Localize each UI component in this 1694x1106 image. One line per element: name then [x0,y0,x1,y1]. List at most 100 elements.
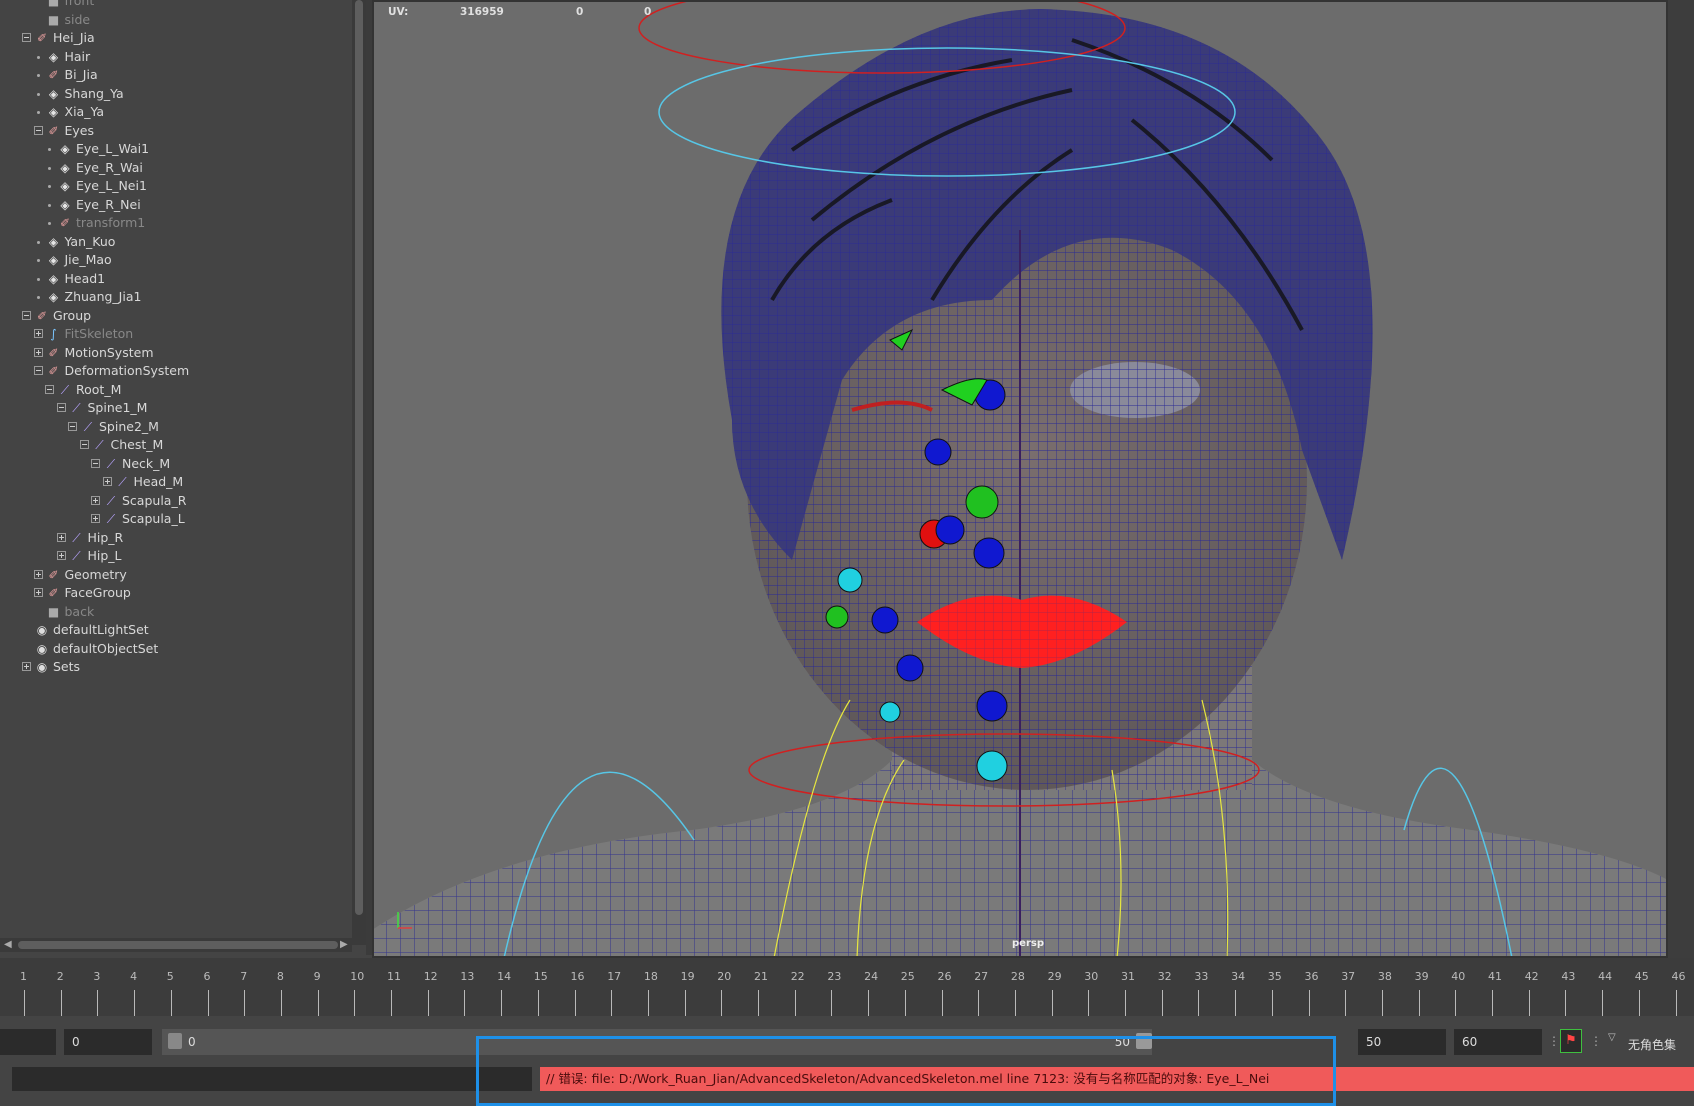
scroll-right-icon[interactable]: ▶ [340,939,348,950]
playback-end-field[interactable]: 50 [1358,1029,1446,1055]
outliner-item[interactable]: ◉ defaultObjectSet [0,639,350,659]
frame-tick [207,990,209,1016]
frame-number: 36 [1304,970,1319,983]
outliner-item[interactable]: ⟋ Head_M [0,472,350,492]
expand-icon[interactable] [33,569,43,579]
outliner-item[interactable]: ∫ FitSkeleton [0,324,350,344]
expand-icon[interactable] [91,514,100,523]
frame-tick [904,990,906,1016]
expand-icon[interactable] [33,329,43,338]
collapse-icon[interactable] [33,366,43,375]
outliner-item[interactable]: ✐ Group [0,306,350,326]
frame-tick [1271,990,1273,1016]
frame-number: 17 [607,970,622,983]
frame-number: 16 [570,970,585,983]
scrollbar-thumb[interactable] [355,0,363,915]
collapse-icon[interactable] [79,440,89,449]
frame-tick [427,990,429,1016]
outliner-item[interactable]: ✐ Geometry [0,565,350,585]
scroll-left-icon[interactable]: ◀ [4,939,12,950]
expand-icon[interactable] [33,347,43,357]
expand-icon[interactable] [22,662,31,671]
expand-icon[interactable] [33,588,43,597]
playback-start-field[interactable]: 0 [64,1029,152,1055]
joint-icon: ⟋ [106,512,116,526]
frame-number: 4 [130,970,138,983]
expand-icon[interactable] [56,551,66,560]
hud-uv-label: UV: [388,6,409,18]
character-set-menu[interactable]: 无角色集 [1628,1036,1676,1053]
outliner-item[interactable]: ◈ Eye_R_Nei [0,195,350,215]
collapse-icon[interactable] [68,421,77,431]
outliner-item[interactable]: ✐ DeformationSystem [0,361,350,381]
outliner-item[interactable]: ■ back [0,602,350,622]
animation-end-field[interactable]: 60 [1454,1029,1542,1055]
frame-number: 18 [643,970,658,983]
time-slider[interactable]: 1 2 3 4 5 6 7 8 9 10 11 12 13 14 15 16 17 18 19 20 21 22 23 24 2… [0,958,1694,1016]
mel-command-input[interactable] [12,1067,532,1091]
frame-tick [611,990,613,1016]
outliner-item[interactable]: ⟋ Scapula_R [0,491,350,511]
frame-number: 41 [1488,970,1502,983]
viewport-persp[interactable]: UV: 316959 0 0 persp [372,0,1668,958]
outliner-vertical-scrollbar[interactable] [352,0,366,945]
outliner-item-label: defaultObjectSet [53,640,159,656]
outliner-item[interactable]: ⟋ Neck_M [0,454,350,474]
outliner-item[interactable]: ⟋ Chest_M [0,435,350,455]
collapse-icon[interactable] [45,384,54,394]
collapse-icon[interactable] [33,125,43,135]
outliner-item[interactable]: ◈ Eye_L_Wai1 [0,139,350,159]
tree-connector [48,166,51,170]
outliner-item[interactable]: ✐ transform1 [0,213,350,233]
frame-number: 26 [937,970,952,983]
frame-number: 13 [460,970,475,983]
mesh-icon: ◈ [48,271,59,286]
outliner-item[interactable]: ✐ MotionSystem [0,343,350,363]
chevron-down-icon[interactable]: ▽ [1608,1032,1616,1043]
outliner-item[interactable]: ◈ Jie_Mao [0,250,350,270]
collapse-icon[interactable] [56,403,66,412]
outliner-item[interactable]: ⟋ Root_M [0,380,350,400]
outliner-item[interactable]: ⟋ Spine1_M [0,398,350,418]
outliner-item[interactable]: ◈ Zhuang_Jia1 [0,287,350,307]
auto-key-icon[interactable]: ⚑ [1560,1029,1582,1053]
outliner-item[interactable]: ◉ defaultLightSet [0,620,350,640]
expand-icon[interactable] [91,495,100,505]
expand-icon[interactable] [102,477,112,486]
outliner-item[interactable]: ◈ Xia_Ya [0,102,350,122]
collapse-icon[interactable] [22,310,31,320]
outliner-item[interactable]: ✐ Eyes [0,121,350,141]
frame-tick [1528,990,1530,1016]
frame-tick [1638,990,1640,1016]
outliner-item[interactable]: ✐ FaceGroup [0,583,350,603]
outliner-horizontal-scrollbar[interactable]: ◀ ▶ [0,938,352,952]
range-start-handle[interactable] [168,1033,182,1049]
start-time-field[interactable] [0,1029,56,1055]
step-handle-icon[interactable]: ⋮ [1590,1034,1602,1048]
frame-number: 40 [1451,970,1466,983]
outliner-item[interactable]: ◈ Head1 [0,269,350,289]
frame-number: 28 [1010,970,1025,983]
outliner-item[interactable]: ■ side [0,10,350,30]
outliner-item[interactable]: ⟋ Spine2_M [0,417,350,437]
scrollbar-thumb[interactable] [18,941,338,949]
mesh-icon: ◈ [48,234,59,249]
frame-number: 44 [1598,970,1613,983]
collapse-icon[interactable] [91,458,100,468]
outliner-item[interactable]: ✐ Bi_Jia [0,65,350,85]
outliner-item[interactable]: ◈ Shang_Ya [0,84,350,104]
outliner-item[interactable]: ◈ Yan_Kuo [0,232,350,252]
collapse-icon[interactable] [22,33,31,42]
step-handle-icon[interactable]: ⋮ [1548,1034,1560,1048]
outliner-item[interactable]: ⟋ Hip_R [0,528,350,548]
outliner-item[interactable]: ⟋ Hip_L [0,546,350,566]
outliner-item[interactable]: ⟋ Scapula_L [0,509,350,529]
outliner-item[interactable]: ◉ Sets [0,657,350,677]
outliner-item[interactable]: ◈ Hair [0,47,350,67]
outliner-item[interactable]: ◈ Eye_L_Nei1 [0,176,350,196]
expand-icon[interactable] [56,532,66,542]
outliner-item[interactable]: ✐ Hei_Jia [0,28,350,48]
frame-number: 35 [1267,970,1282,983]
highlight-box [476,1036,1336,1106]
outliner-item[interactable]: ◈ Eye_R_Wai [0,158,350,178]
